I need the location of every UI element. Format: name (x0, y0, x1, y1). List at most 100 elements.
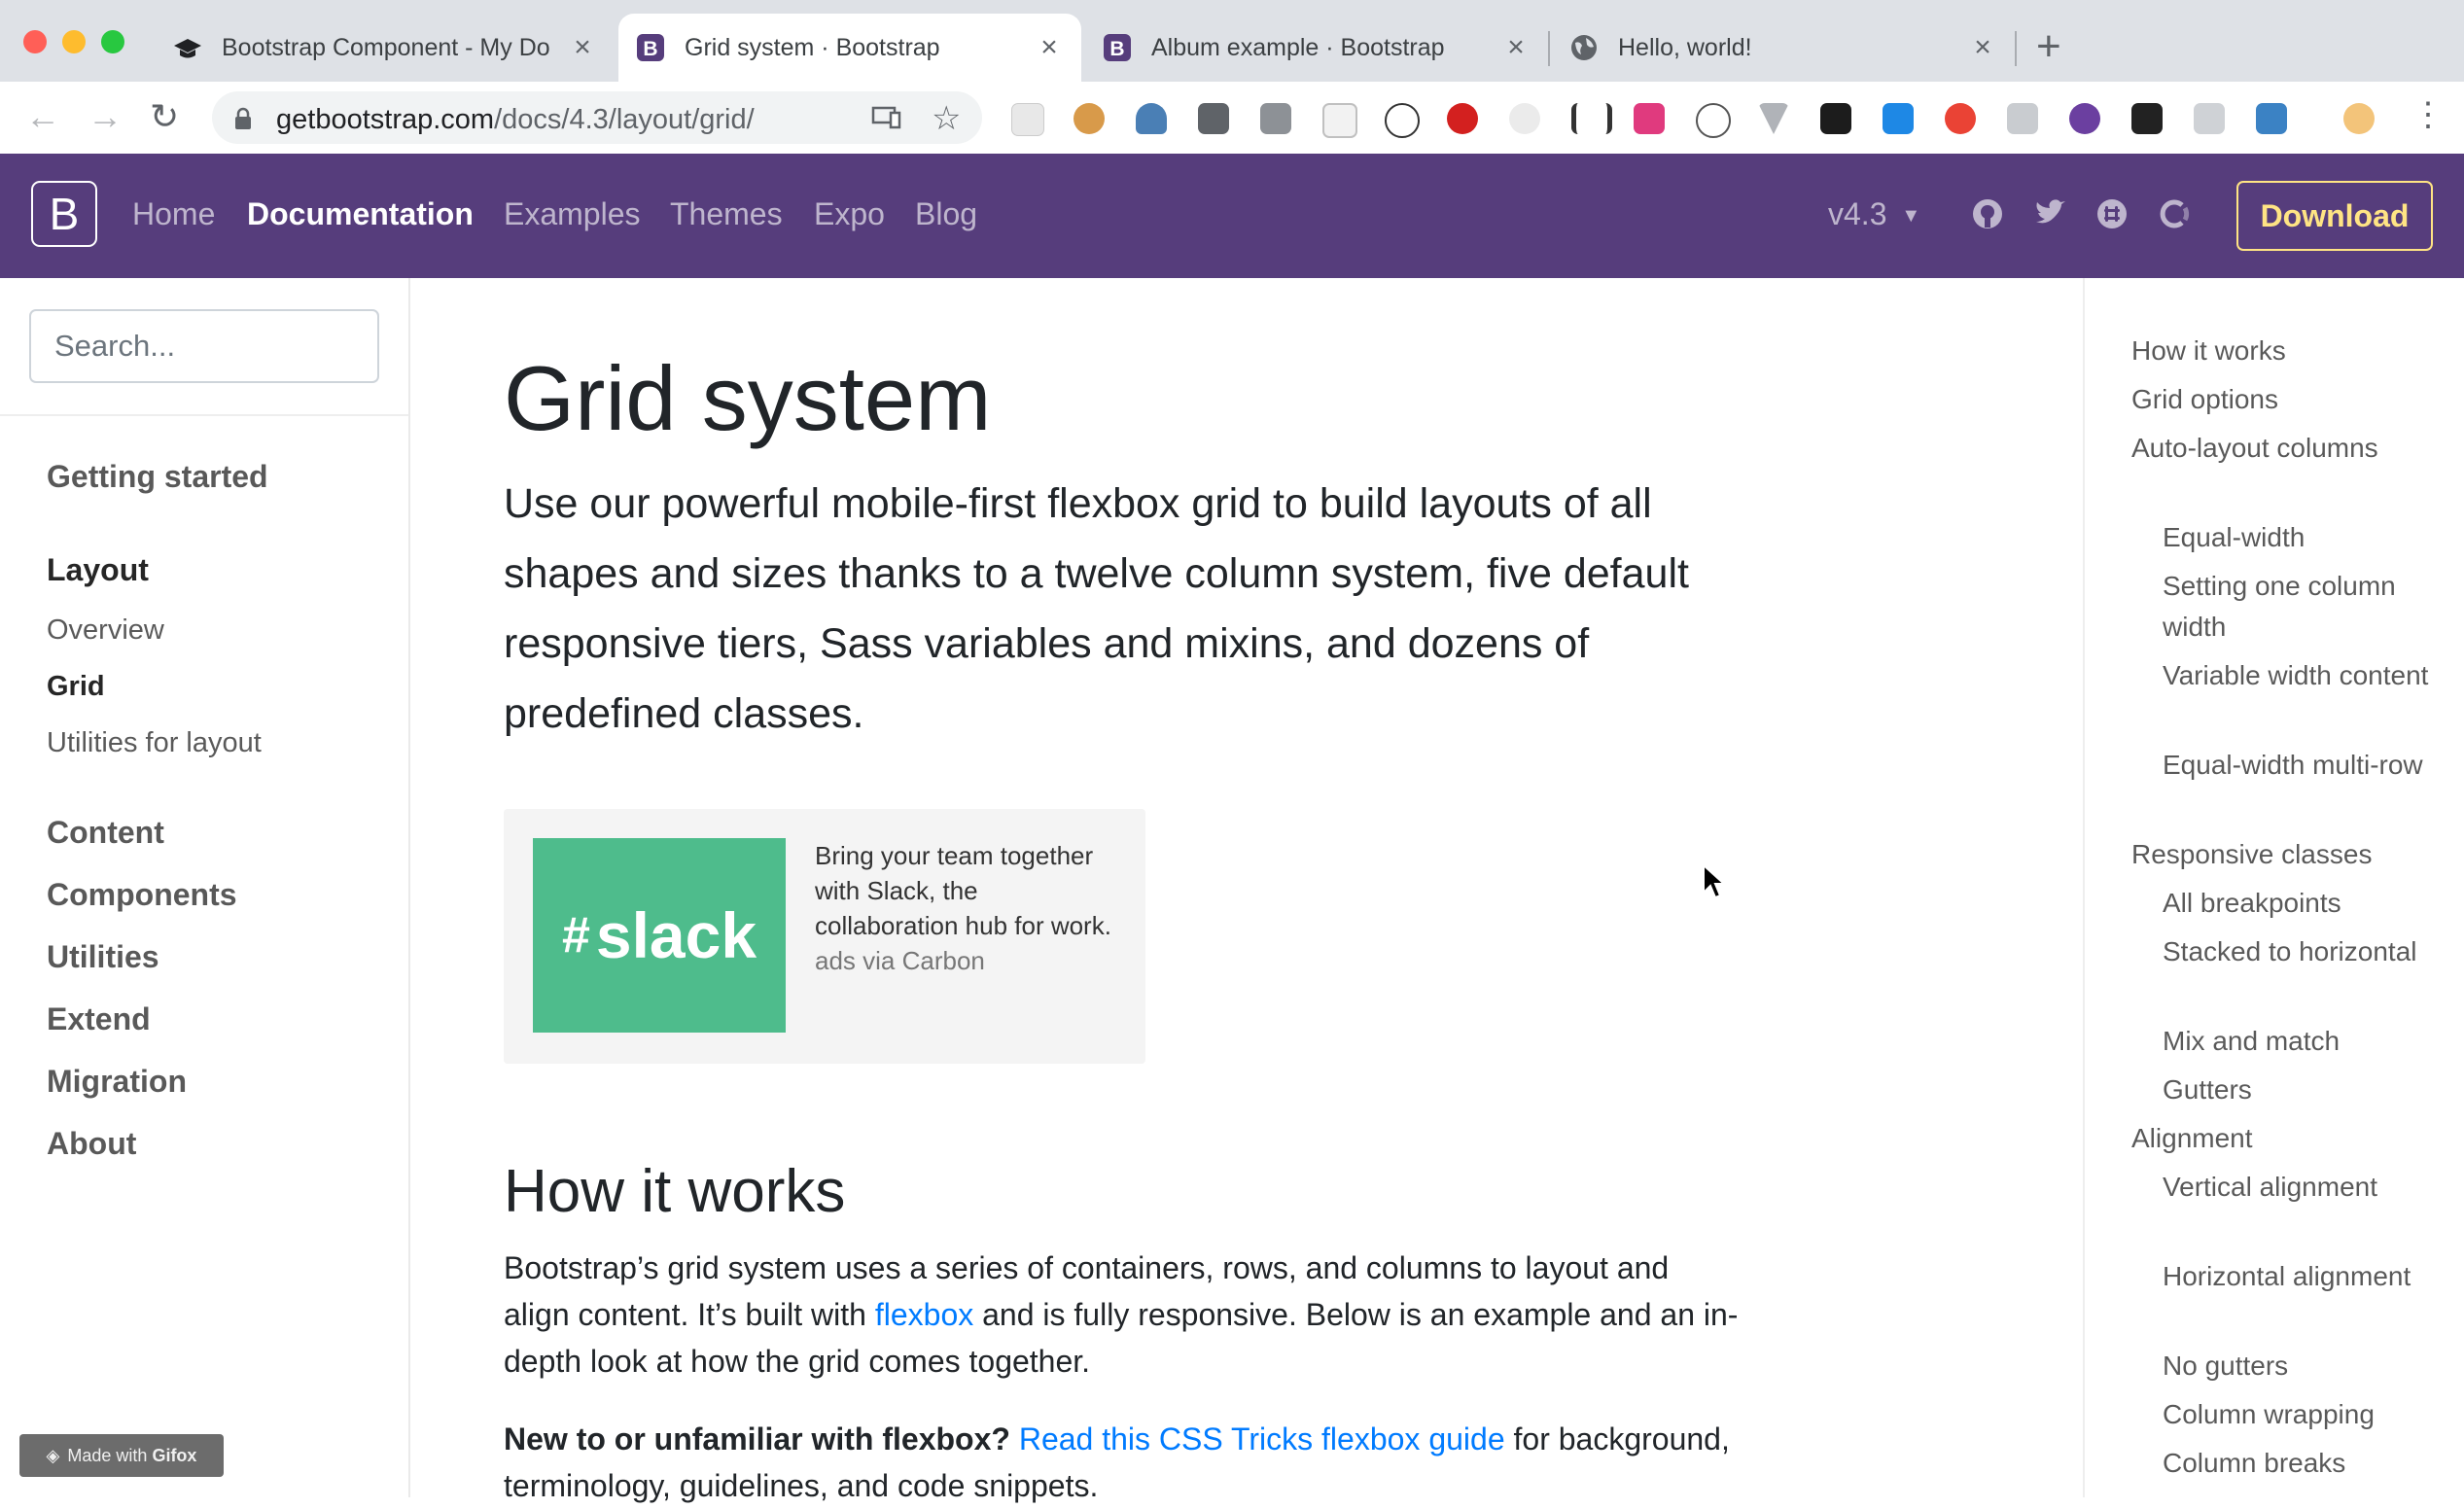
toc-link[interactable]: Alignment (2131, 1118, 2433, 1159)
back-arrow-icon[interactable]: ← (25, 97, 60, 136)
toc-link[interactable]: Grid options (2131, 379, 2433, 420)
sidebar-section-layout[interactable]: Layout (47, 552, 149, 588)
version-label: v4.3 (1828, 196, 1887, 231)
toc-link[interactable]: Equal-width multi-row (2163, 745, 2445, 786)
how-it-works-paragraph: Bootstrap’s grid system uses a series of… (504, 1245, 1739, 1385)
toc-link[interactable]: Equal-width (2163, 517, 2445, 558)
toc-link[interactable]: No gutters (2163, 1346, 2445, 1386)
nav-link-home[interactable]: Home (132, 196, 215, 232)
color-picker-extension-icon[interactable] (1634, 103, 1665, 134)
toc-link[interactable]: Responsive classes (2131, 834, 2433, 875)
toc-link[interactable]: Auto-layout columns (2131, 428, 2433, 469)
sidebar-section-utilities[interactable]: Utilities (47, 939, 159, 975)
svg-text:B: B (643, 38, 657, 60)
open-collective-icon[interactable] (2157, 196, 2192, 231)
address-bar[interactable]: getbootstrap.com/docs/4.3/layout/grid/ ☆ (212, 91, 982, 144)
version-dropdown[interactable]: v4.3 ▼ (1828, 196, 1920, 232)
toc-link[interactable]: Vertical alignment (2163, 1167, 2445, 1208)
bookmark-star-icon[interactable]: ☆ (932, 99, 961, 138)
calendar-extension-icon[interactable] (1322, 103, 1357, 138)
browser-tab-active[interactable]: B Grid system · Bootstrap × (618, 14, 1081, 82)
sidebar-item-overview[interactable]: Overview (47, 614, 164, 647)
new-tab-plus-icon[interactable]: + (2036, 25, 2061, 68)
sidebar-section-extend[interactable]: Extend (47, 1001, 151, 1037)
sidebar-section-content[interactable]: Content (47, 815, 164, 851)
nav-link-blog[interactable]: Blog (915, 196, 977, 232)
slack-icon[interactable] (2094, 196, 2130, 231)
tab-close-icon[interactable]: × (568, 31, 597, 64)
toc-link[interactable]: All breakpoints (2163, 883, 2445, 924)
tree-extension-icon[interactable] (2007, 103, 2038, 134)
measure-extension-icon[interactable] (1571, 103, 1612, 134)
nav-link-documentation[interactable]: Documentation (247, 196, 474, 232)
toc-link[interactable]: How it works (2131, 331, 2433, 371)
sidebar-item-utilities-for-layout[interactable]: Utilities for layout (47, 727, 262, 759)
lightbulb-extension-icon[interactable] (1198, 103, 1229, 134)
browser-tab[interactable]: Hello, world! × (1552, 14, 2015, 82)
tab-close-icon[interactable]: × (1968, 31, 1997, 64)
profile-avatar[interactable] (2343, 103, 2375, 134)
toc-link[interactable]: Column wrapping (2163, 1394, 2445, 1435)
twitter-icon[interactable] (2032, 196, 2067, 231)
tab-separator (2015, 31, 2017, 66)
browser-tab[interactable]: Bootstrap Component - My Do × (156, 14, 615, 82)
trello-extension-icon[interactable] (1883, 103, 1914, 134)
window-extension-icon[interactable] (2256, 103, 2287, 134)
svg-text:B: B (1109, 38, 1124, 60)
download-button[interactable]: Download (2236, 181, 2433, 251)
nav-link-examples[interactable]: Examples (504, 196, 641, 232)
drive-extension-icon[interactable] (1260, 103, 1291, 134)
sidebar-section-migration[interactable]: Migration (47, 1064, 187, 1100)
browser-toolbar: ← → ↻ getbootstrap.com/docs/4.3/layout/g… (0, 82, 2464, 155)
font-extension-icon[interactable] (1696, 103, 1731, 138)
slack-ad-image[interactable]: # slack (533, 838, 786, 1033)
vue-extension-icon[interactable] (1758, 103, 1789, 134)
github-icon[interactable] (1970, 196, 2005, 231)
reload-icon[interactable]: ↻ (150, 97, 179, 136)
page-title: Grid system (504, 347, 992, 449)
toc-link[interactable]: Setting one column width (2163, 566, 2445, 648)
toc-link[interactable]: Mix and match (2163, 1021, 2445, 1062)
caret-down-icon: ▼ (1901, 205, 1921, 228)
cb-extension-icon[interactable] (2131, 103, 2163, 134)
cloud-extension-icon[interactable] (1136, 103, 1167, 134)
extension-icon[interactable] (1011, 103, 1044, 136)
sidebar-section-getting-started[interactable]: Getting started (47, 459, 268, 495)
cast-icon[interactable] (871, 104, 902, 136)
grey-extension-icon[interactable] (2194, 103, 2225, 134)
css-tricks-link[interactable]: Read this CSS Tricks flexbox guide (1019, 1421, 1505, 1456)
tab-close-icon[interactable]: × (1035, 31, 1064, 64)
toc-link[interactable]: Column breaks (2163, 1443, 2445, 1484)
zoom-window-button[interactable] (101, 30, 124, 53)
sidebar-section-components[interactable]: Components (47, 877, 237, 913)
bootstrap-logo[interactable]: B (31, 181, 97, 247)
sidebar-item-grid[interactable]: Grid (47, 671, 105, 703)
menu-dots-icon[interactable]: ⋮ (2411, 95, 2445, 134)
gifox-watermark: ◈ Made with Gifox (19, 1434, 224, 1477)
sidebar-section-about[interactable]: About (47, 1126, 136, 1162)
nav-link-expo[interactable]: Expo (814, 196, 885, 232)
tab-title: Album example · Bootstrap (1151, 33, 1445, 61)
flexbox-link[interactable]: flexbox (875, 1297, 973, 1332)
k-extension-icon[interactable] (1820, 103, 1851, 134)
nav-link-themes[interactable]: Themes (670, 196, 783, 232)
close-window-button[interactable] (23, 30, 47, 53)
adblock-extension-icon[interactable] (1447, 103, 1478, 134)
toc-link[interactable]: Variable width content (2163, 655, 2445, 696)
moon-extension-icon[interactable] (2069, 103, 2100, 134)
eye-extension-icon[interactable] (1509, 103, 1540, 134)
chrome-extension-icon[interactable] (1945, 103, 1976, 134)
forward-arrow-icon[interactable]: → (88, 97, 123, 136)
tab-close-icon[interactable]: × (1501, 31, 1531, 64)
ad-via-link[interactable]: ads via Carbon (815, 946, 985, 975)
toc-link[interactable]: Gutters (2163, 1070, 2445, 1110)
toc-link[interactable]: Stacked to horizontal (2163, 931, 2445, 972)
browser-tab-strip: Bootstrap Component - My Do × B Grid sys… (0, 0, 2464, 82)
json-extension-icon[interactable] (1385, 103, 1420, 138)
ad-text[interactable]: Bring your team together with Slack, the… (815, 841, 1111, 940)
docs-search-input[interactable] (29, 309, 379, 383)
cookie-extension-icon[interactable] (1074, 103, 1105, 134)
toc-link[interactable]: Horizontal alignment (2163, 1256, 2445, 1297)
minimize-window-button[interactable] (62, 30, 86, 53)
browser-tab[interactable]: B Album example · Bootstrap × (1085, 14, 1548, 82)
